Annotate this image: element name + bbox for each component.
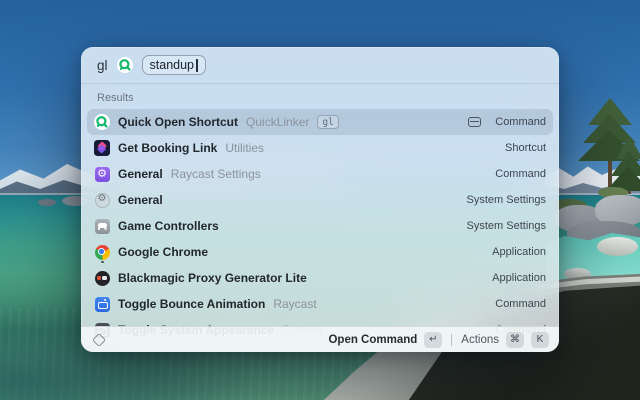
game-controller-icon <box>94 218 110 234</box>
result-type: Application <box>492 272 546 284</box>
result-row-blackmagic-proxy[interactable]: Blackmagic Proxy Generator Lite Applicat… <box>87 265 553 291</box>
result-row-general-raycast[interactable]: General Raycast Settings Command <box>87 161 553 187</box>
actions-button[interactable]: Actions <box>461 334 499 346</box>
enter-key-badge: ↵ <box>424 331 443 348</box>
desktop: gl standup Results Quick Open Shortcut Q… <box>0 0 640 400</box>
result-subtitle: Utilities <box>225 141 265 155</box>
result-title: General <box>118 167 163 181</box>
small-rock <box>38 199 56 206</box>
shortcuts-pinwheel-icon <box>94 140 110 156</box>
running-indicator-dot <box>101 260 104 263</box>
result-subtitle: Raycast <box>273 297 317 311</box>
open-command-button[interactable]: Open Command <box>328 334 417 346</box>
result-type: System Settings <box>466 194 546 206</box>
result-row-toggle-bounce[interactable]: Toggle Bounce Animation Raycast Command <box>87 291 553 317</box>
result-type: Shortcut <box>505 142 546 154</box>
raycast-settings-gear-icon <box>94 166 110 182</box>
k-key-badge: K <box>531 331 549 348</box>
quicklinker-icon <box>116 57 133 73</box>
text-caret <box>196 58 198 72</box>
results-section-header: Results <box>97 92 134 104</box>
result-title: Quick Open Shortcut <box>118 115 239 129</box>
result-type: Command <box>495 116 546 128</box>
search-input[interactable]: gl <box>97 58 108 73</box>
search-bar[interactable]: gl standup <box>81 47 559 84</box>
quicklinker-icon <box>94 114 110 130</box>
action-bar: Open Command ↵ Actions ⌘ K <box>81 326 559 352</box>
result-title: Toggle Bounce Animation <box>118 297 266 311</box>
argument-token[interactable]: standup <box>141 55 206 75</box>
result-row-quick-open-shortcut[interactable]: Quick Open Shortcut QuickLinker gl Comma… <box>87 109 553 135</box>
cmd-key-badge: ⌘ <box>506 331 524 348</box>
raycast-launcher-window: gl standup Results Quick Open Shortcut Q… <box>81 47 559 352</box>
alias-tag: gl <box>317 115 339 129</box>
result-title: Game Controllers <box>118 219 219 233</box>
result-subtitle: Raycast Settings <box>170 167 261 181</box>
raycast-logo-icon <box>91 332 107 347</box>
blackmagic-icon <box>94 270 110 286</box>
result-row-get-booking-link[interactable]: Get Booking Link Utilities Shortcut <box>87 135 553 161</box>
bounce-animation-icon <box>94 296 110 312</box>
system-gear-icon <box>94 192 110 208</box>
argument-token-text: standup <box>149 58 194 72</box>
result-row-general-system[interactable]: General System Settings <box>87 187 553 213</box>
chrome-icon <box>94 244 110 263</box>
result-type: Application <box>492 246 546 258</box>
result-title: Google Chrome <box>118 245 209 259</box>
results-list: Results Quick Open Shortcut QuickLinker … <box>81 84 559 352</box>
result-title: Blackmagic Proxy Generator Lite <box>118 271 307 285</box>
command-bar-icon <box>468 117 482 127</box>
result-subtitle: QuickLinker <box>246 115 310 129</box>
result-title: General <box>118 193 163 207</box>
result-row-google-chrome[interactable]: Google Chrome Application <box>87 239 553 265</box>
result-type: Command <box>495 298 546 310</box>
result-row-game-controllers[interactable]: Game Controllers System Settings <box>87 213 553 239</box>
footer-divider <box>451 333 453 346</box>
result-type: System Settings <box>466 220 546 232</box>
white-boulder <box>597 237 638 256</box>
result-title: Get Booking Link <box>118 141 218 155</box>
result-type: Command <box>495 168 546 180</box>
